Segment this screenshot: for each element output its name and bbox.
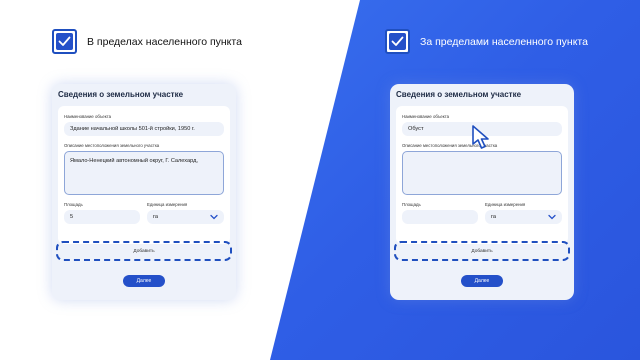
area-label: Площадь <box>402 202 421 207</box>
chevron-down-icon <box>210 214 218 220</box>
unit-label: Единица измерения <box>147 202 188 207</box>
form-body: Наименование объекта Здание начальной шк… <box>58 106 230 244</box>
location-label: Описание местоположения земельного участ… <box>64 143 160 148</box>
outside-settlement-option[interactable]: За пределами населенного пункта <box>385 29 588 54</box>
unit-select-value: га <box>153 214 159 220</box>
area-label: Площадь <box>64 202 83 207</box>
object-name-label: Наименование объекта <box>402 114 450 119</box>
next-button[interactable]: Далее <box>123 275 165 287</box>
inside-settlement-label: В пределах населенного пункта <box>87 35 242 48</box>
add-button[interactable]: Добавить <box>56 241 232 261</box>
object-name-label: Наименование объекта <box>64 114 112 119</box>
chevron-down-icon <box>548 214 556 220</box>
unit-select[interactable]: га <box>147 210 224 224</box>
cursor-arrow-icon <box>472 125 489 149</box>
outside-settlement-label: За пределами населенного пункта <box>420 35 588 48</box>
form-title: Сведения о земельном участке <box>396 90 522 99</box>
next-button[interactable]: Далее <box>461 275 503 287</box>
unit-label: Единица измерения <box>485 202 526 207</box>
form-title: Сведения о земельном участке <box>58 90 184 99</box>
unit-select-value: га <box>491 214 497 220</box>
outside-settlement-checkbox[interactable] <box>385 29 410 54</box>
add-button[interactable]: Добавить <box>394 241 570 261</box>
location-textarea[interactable]: Ямало-Ненецкий автономный округ, Г. Сале… <box>64 151 224 195</box>
area-input[interactable] <box>402 210 478 224</box>
object-name-input[interactable]: Здание начальной школы 501-й стройки, 19… <box>64 122 224 136</box>
land-plot-form-inside: Сведения о земельном участке Наименовани… <box>52 84 236 300</box>
unit-select[interactable]: га <box>485 210 562 224</box>
area-input[interactable]: 5 <box>64 210 140 224</box>
inside-settlement-checkbox[interactable] <box>52 29 77 54</box>
inside-settlement-option[interactable]: В пределах населенного пункта <box>52 29 242 54</box>
land-plot-form-outside: Сведения о земельном участке Наименовани… <box>390 84 574 300</box>
location-textarea[interactable] <box>402 151 562 195</box>
check-icon <box>391 36 404 46</box>
check-icon <box>58 36 71 46</box>
